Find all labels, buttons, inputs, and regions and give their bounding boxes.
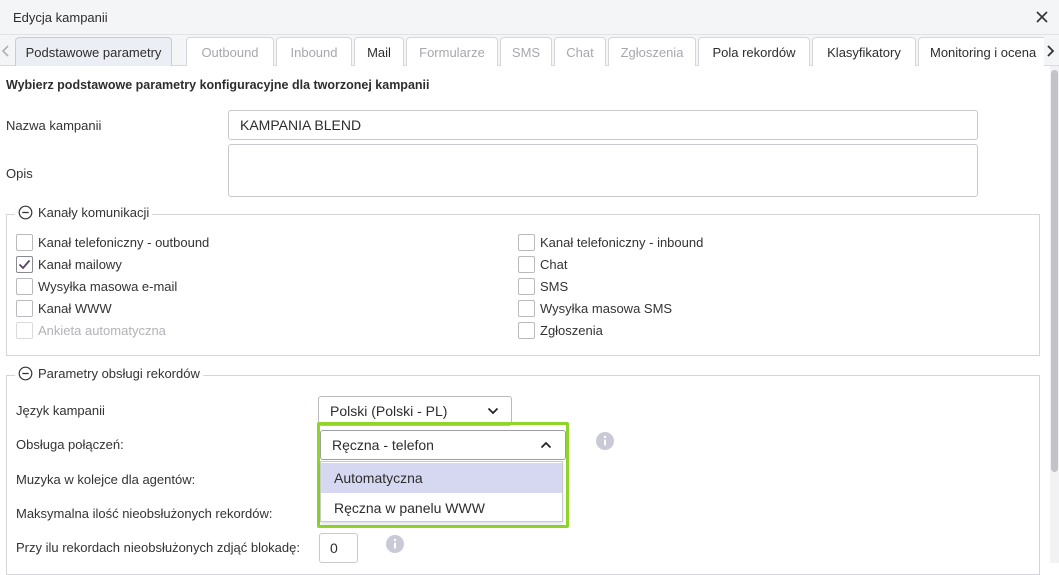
info-icon[interactable] [386, 535, 404, 553]
checkbox-sms[interactable]: SMS [518, 278, 568, 295]
checkbox-chat[interactable]: Chat [518, 256, 567, 273]
checkbox-box[interactable] [518, 322, 535, 339]
queue-music-label: Muzyka w kolejce dla agentów: [16, 472, 196, 487]
tab-monitoring-i-ocena[interactable]: Monitoring i ocena [918, 37, 1044, 66]
unblock-threshold-label: Przy ilu rekordach nieobsłużonych zdjąć … [16, 540, 300, 555]
chevron-up-icon [540, 441, 552, 449]
tab-podstawowe-parametry[interactable]: Podstawowe parametry [15, 37, 172, 66]
checkbox-box[interactable] [518, 234, 535, 251]
checkbox-inbound[interactable]: Kanał telefoniczny - inbound [518, 234, 703, 251]
description-label: Opis [6, 166, 33, 181]
channels-legend[interactable]: Kanały komunikacji [15, 205, 153, 220]
tab-bar: Podstawowe parametry Outbound Inbound Ma… [0, 35, 1059, 66]
window-titlebar: Edycja kampanii [0, 0, 1059, 35]
tab-sms[interactable]: SMS [500, 37, 552, 66]
checkbox-mass-sms[interactable]: Wysyłka masowa SMS [518, 300, 672, 317]
call-handling-value: Ręczna - telefon [332, 437, 434, 453]
checkbox-box[interactable] [16, 278, 33, 295]
language-value: Polski (Polski - PL) [330, 403, 448, 419]
dropdown-option-reczna-www[interactable]: Ręczna w panelu WWW [321, 493, 562, 523]
max-unhandled-label: Maksymalna ilość nieobsłużonych rekordów… [16, 506, 273, 521]
collapse-minus-icon[interactable] [18, 205, 33, 220]
checkbox-box-checked[interactable] [16, 256, 33, 273]
tab-inbound[interactable]: Inbound [276, 37, 352, 66]
chevron-down-icon [487, 407, 499, 415]
campaign-name-label: Nazwa kampanii [6, 118, 102, 133]
checkbox-box[interactable] [16, 300, 33, 317]
checkmark-icon [18, 259, 31, 270]
checkbox-box[interactable] [518, 300, 535, 317]
tab-zgloszenia[interactable]: Zgłoszenia [608, 37, 696, 66]
checkbox-tickets[interactable]: Zgłoszenia [518, 322, 603, 339]
tab-scroll-left-icon[interactable] [0, 43, 12, 59]
checkbox-auto-survey: Ankieta automatyczna [16, 322, 166, 339]
window-title: Edycja kampanii [13, 10, 108, 25]
tab-formularze[interactable]: Formularze [406, 37, 498, 66]
unblock-threshold-value: 0 [330, 540, 338, 556]
checkbox-mail-channel[interactable]: Kanał mailowy [16, 256, 122, 273]
campaign-name-value: KAMPANIA BLEND [240, 117, 362, 133]
collapse-minus-icon[interactable] [18, 366, 33, 381]
info-icon[interactable] [596, 432, 614, 450]
form-heading: Wybierz podstawowe parametry konfiguracy… [6, 78, 430, 92]
scrollbar-thumb[interactable] [1051, 70, 1058, 472]
tab-mail[interactable]: Mail [354, 37, 404, 66]
description-textarea[interactable] [228, 144, 978, 197]
tab-klasyfikatory[interactable]: Klasyfikatory [812, 37, 916, 66]
language-label: Język kampanii [16, 403, 105, 418]
call-handling-label: Obsługa połączeń: [16, 437, 124, 452]
checkbox-outbound[interactable]: Kanał telefoniczny - outbound [16, 234, 209, 251]
unblock-threshold-input[interactable]: 0 [319, 533, 358, 563]
call-handling-select[interactable]: Ręczna - telefon [320, 430, 566, 460]
tab-scroll-right-icon[interactable] [1044, 43, 1056, 59]
call-handling-dropdown: Automatyczna Ręczna w panelu WWW [320, 461, 563, 522]
checkbox-box-disabled [16, 322, 33, 339]
checkbox-www[interactable]: Kanał WWW [16, 300, 112, 317]
tab-chat[interactable]: Chat [554, 37, 606, 66]
campaign-name-input[interactable]: KAMPANIA BLEND [228, 110, 978, 140]
tab-outbound[interactable]: Outbound [186, 37, 274, 66]
close-icon[interactable] [1033, 8, 1051, 26]
records-legend[interactable]: Parametry obsługi rekordów [15, 366, 203, 381]
checkbox-mass-email[interactable]: Wysyłka masowa e-mail [16, 278, 177, 295]
checkbox-box[interactable] [518, 278, 535, 295]
tab-pola-rekordow[interactable]: Pola rekordów [698, 37, 810, 66]
checkbox-box[interactable] [16, 234, 33, 251]
dropdown-option-automatyczna[interactable]: Automatyczna [321, 463, 562, 493]
checkbox-box[interactable] [518, 256, 535, 273]
